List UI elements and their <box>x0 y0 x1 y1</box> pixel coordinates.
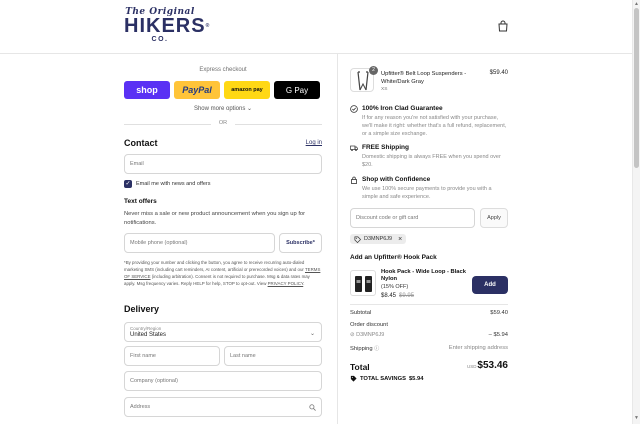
shop-pay-button[interactable]: shop <box>124 81 170 99</box>
addon-price: $8.45 $9.95 <box>381 293 415 299</box>
search-icon <box>309 404 316 411</box>
first-name-field[interactable]: First name <box>124 346 220 366</box>
discount-code-text: D3MNP6J9 <box>364 236 393 242</box>
summary-divider <box>350 304 508 305</box>
product-price: $59.40 <box>489 70 508 76</box>
privacy-policy-link[interactable]: PRIVACY POLICY <box>268 281 304 286</box>
total-savings: TOTAL SAVINGS $5.94 <box>350 375 423 382</box>
sms-legal-text: *By providing your number and clicking t… <box>124 260 321 286</box>
text-offers-description: Never miss a sale or new product announc… <box>124 211 306 226</box>
country-value: United States <box>130 332 167 338</box>
order-discount-row: Order discount <box>350 322 389 328</box>
brand-logo[interactable]: The Original HIKERS® CO. <box>124 7 211 47</box>
discount-code-field[interactable]: Discount code or gift card <box>350 208 475 228</box>
feature-description: Domestic shipping is always FREE when yo… <box>362 154 501 168</box>
amazon-pay-button[interactable]: amazon pay <box>224 81 270 99</box>
tag-icon <box>350 375 357 382</box>
country-select[interactable]: Country/Region United States ⌄ <box>124 322 322 342</box>
company-field[interactable]: Company (optional) <box>124 371 322 391</box>
addon-heading: Add an Upfitter® Hook Pack <box>350 254 437 261</box>
help-icon[interactable]: ⓘ <box>374 346 379 352</box>
subtotal-value: $59.40 <box>490 310 508 316</box>
scroll-up-arrow-icon[interactable]: ▲ <box>634 1 639 7</box>
or-label: OR <box>211 120 235 126</box>
paypal-button[interactable]: PayPal <box>174 81 220 99</box>
express-checkout-label: Express checkout <box>199 67 247 73</box>
newsletter-label: Email me with news and offers <box>136 181 211 187</box>
addon-discount: (15% OFF) <box>381 284 409 290</box>
quantity-badge: 2 <box>369 66 378 75</box>
addon-name: Hook Pack - Wide Loop - Black Nylon <box>381 269 466 282</box>
login-link[interactable]: Log in <box>306 140 322 146</box>
tag-icon <box>354 236 361 243</box>
subtotal-row: Subtotal $59.40 <box>350 310 508 316</box>
currency-label: USD <box>467 364 477 369</box>
applied-discount-tag: D3MNP6J9 × <box>350 234 407 244</box>
remove-discount-icon[interactable]: × <box>398 236 402 243</box>
discount-code-row: ⊘ D3MNP6J9 – $5.94 <box>350 332 508 338</box>
add-addon-button[interactable]: Add <box>472 276 508 294</box>
addon-old-price: $9.95 <box>399 293 415 299</box>
show-more-options-link[interactable]: Show more options ⌄ <box>124 105 322 112</box>
check-circle-icon <box>350 105 358 113</box>
addon-thumbnail <box>350 270 376 296</box>
google-pay-button[interactable]: G Pay <box>274 81 320 99</box>
shopping-bag-icon[interactable] <box>497 20 509 32</box>
last-name-field[interactable]: Last name <box>224 346 322 366</box>
delivery-heading: Delivery <box>124 304 160 314</box>
truck-icon <box>350 145 358 151</box>
feature-description: We use 100% secure payments to provide y… <box>362 186 492 200</box>
email-placeholder: Email <box>130 161 144 167</box>
scroll-down-arrow-icon[interactable]: ▼ <box>634 415 639 421</box>
shipping-value: Enter shipping address <box>448 345 508 351</box>
email-field[interactable]: Email <box>124 154 322 174</box>
phone-placeholder: Mobile phone (optional) <box>130 240 188 246</box>
savings-value: $5.94 <box>408 375 424 382</box>
subscribe-button[interactable]: Subscribe* <box>279 233 322 253</box>
discount-value: – $5.94 <box>488 332 508 338</box>
mobile-phone-field[interactable]: Mobile phone (optional) <box>124 233 275 253</box>
shipping-row: Shipping ⓘ Enter shipping address <box>350 345 508 352</box>
site-header: The Original HIKERS® CO. <box>0 0 632 54</box>
total-value: $53.46 <box>477 360 508 371</box>
product-name: Upfitter® Belt Loop Suspenders - White/D… <box>381 71 467 85</box>
page-scrollbar[interactable]: ▲ ▼ <box>632 0 640 424</box>
feature-title: 100% Iron Clad Guarantee <box>362 105 443 112</box>
text-offers-heading: Text offers <box>124 198 157 205</box>
chevron-down-icon: ⌄ <box>309 331 315 337</box>
feature-title: Shop with Confidence <box>362 176 431 183</box>
product-variant: XS <box>381 87 388 92</box>
address-field[interactable]: Address <box>124 397 322 417</box>
feature-title: FREE Shipping <box>362 144 409 151</box>
contact-heading: Contact <box>124 138 158 148</box>
apply-discount-button[interactable]: Apply <box>480 208 508 228</box>
lock-icon <box>351 176 357 184</box>
newsletter-checkbox[interactable]: ✓ <box>124 180 132 188</box>
scrollbar-thumb[interactable] <box>634 8 639 168</box>
total-label: Total <box>350 362 370 372</box>
discount-code-line: ⊘ D3MNP6J9 <box>350 332 385 338</box>
logo-wordmark: HIKERS® <box>124 15 211 37</box>
feature-description: If for any reason you're not satisfied w… <box>362 115 507 137</box>
